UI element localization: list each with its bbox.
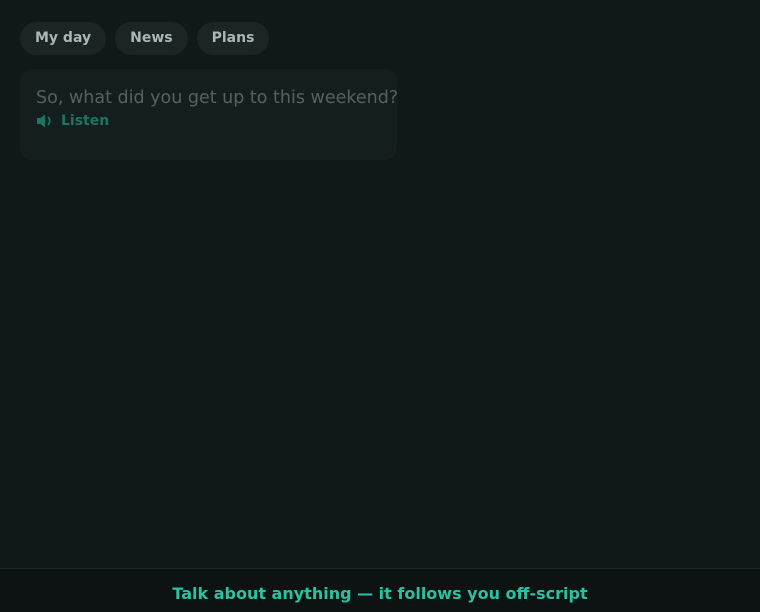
topic-chip-plans[interactable]: Plans [196, 22, 270, 55]
topic-chips: My day News Plans [20, 22, 270, 55]
speaker-icon [36, 113, 56, 129]
message-text: So, what did you get up to this weekend? [36, 88, 399, 108]
footer-bar: Talk about anything — it follows you off… [0, 568, 760, 612]
topic-chip-my-day[interactable]: My day [20, 22, 107, 55]
topic-chip-news[interactable]: News [115, 22, 188, 55]
assistant-message-bubble: So, what did you get up to this weekend?… [20, 69, 399, 160]
conversation-screen: My day News Plans So, what did you get u… [0, 0, 760, 612]
listen-label: Listen [61, 113, 110, 129]
listen-button[interactable]: Listen [36, 113, 109, 129]
footer-hint: Talk about anything — it follows you off… [172, 584, 588, 603]
